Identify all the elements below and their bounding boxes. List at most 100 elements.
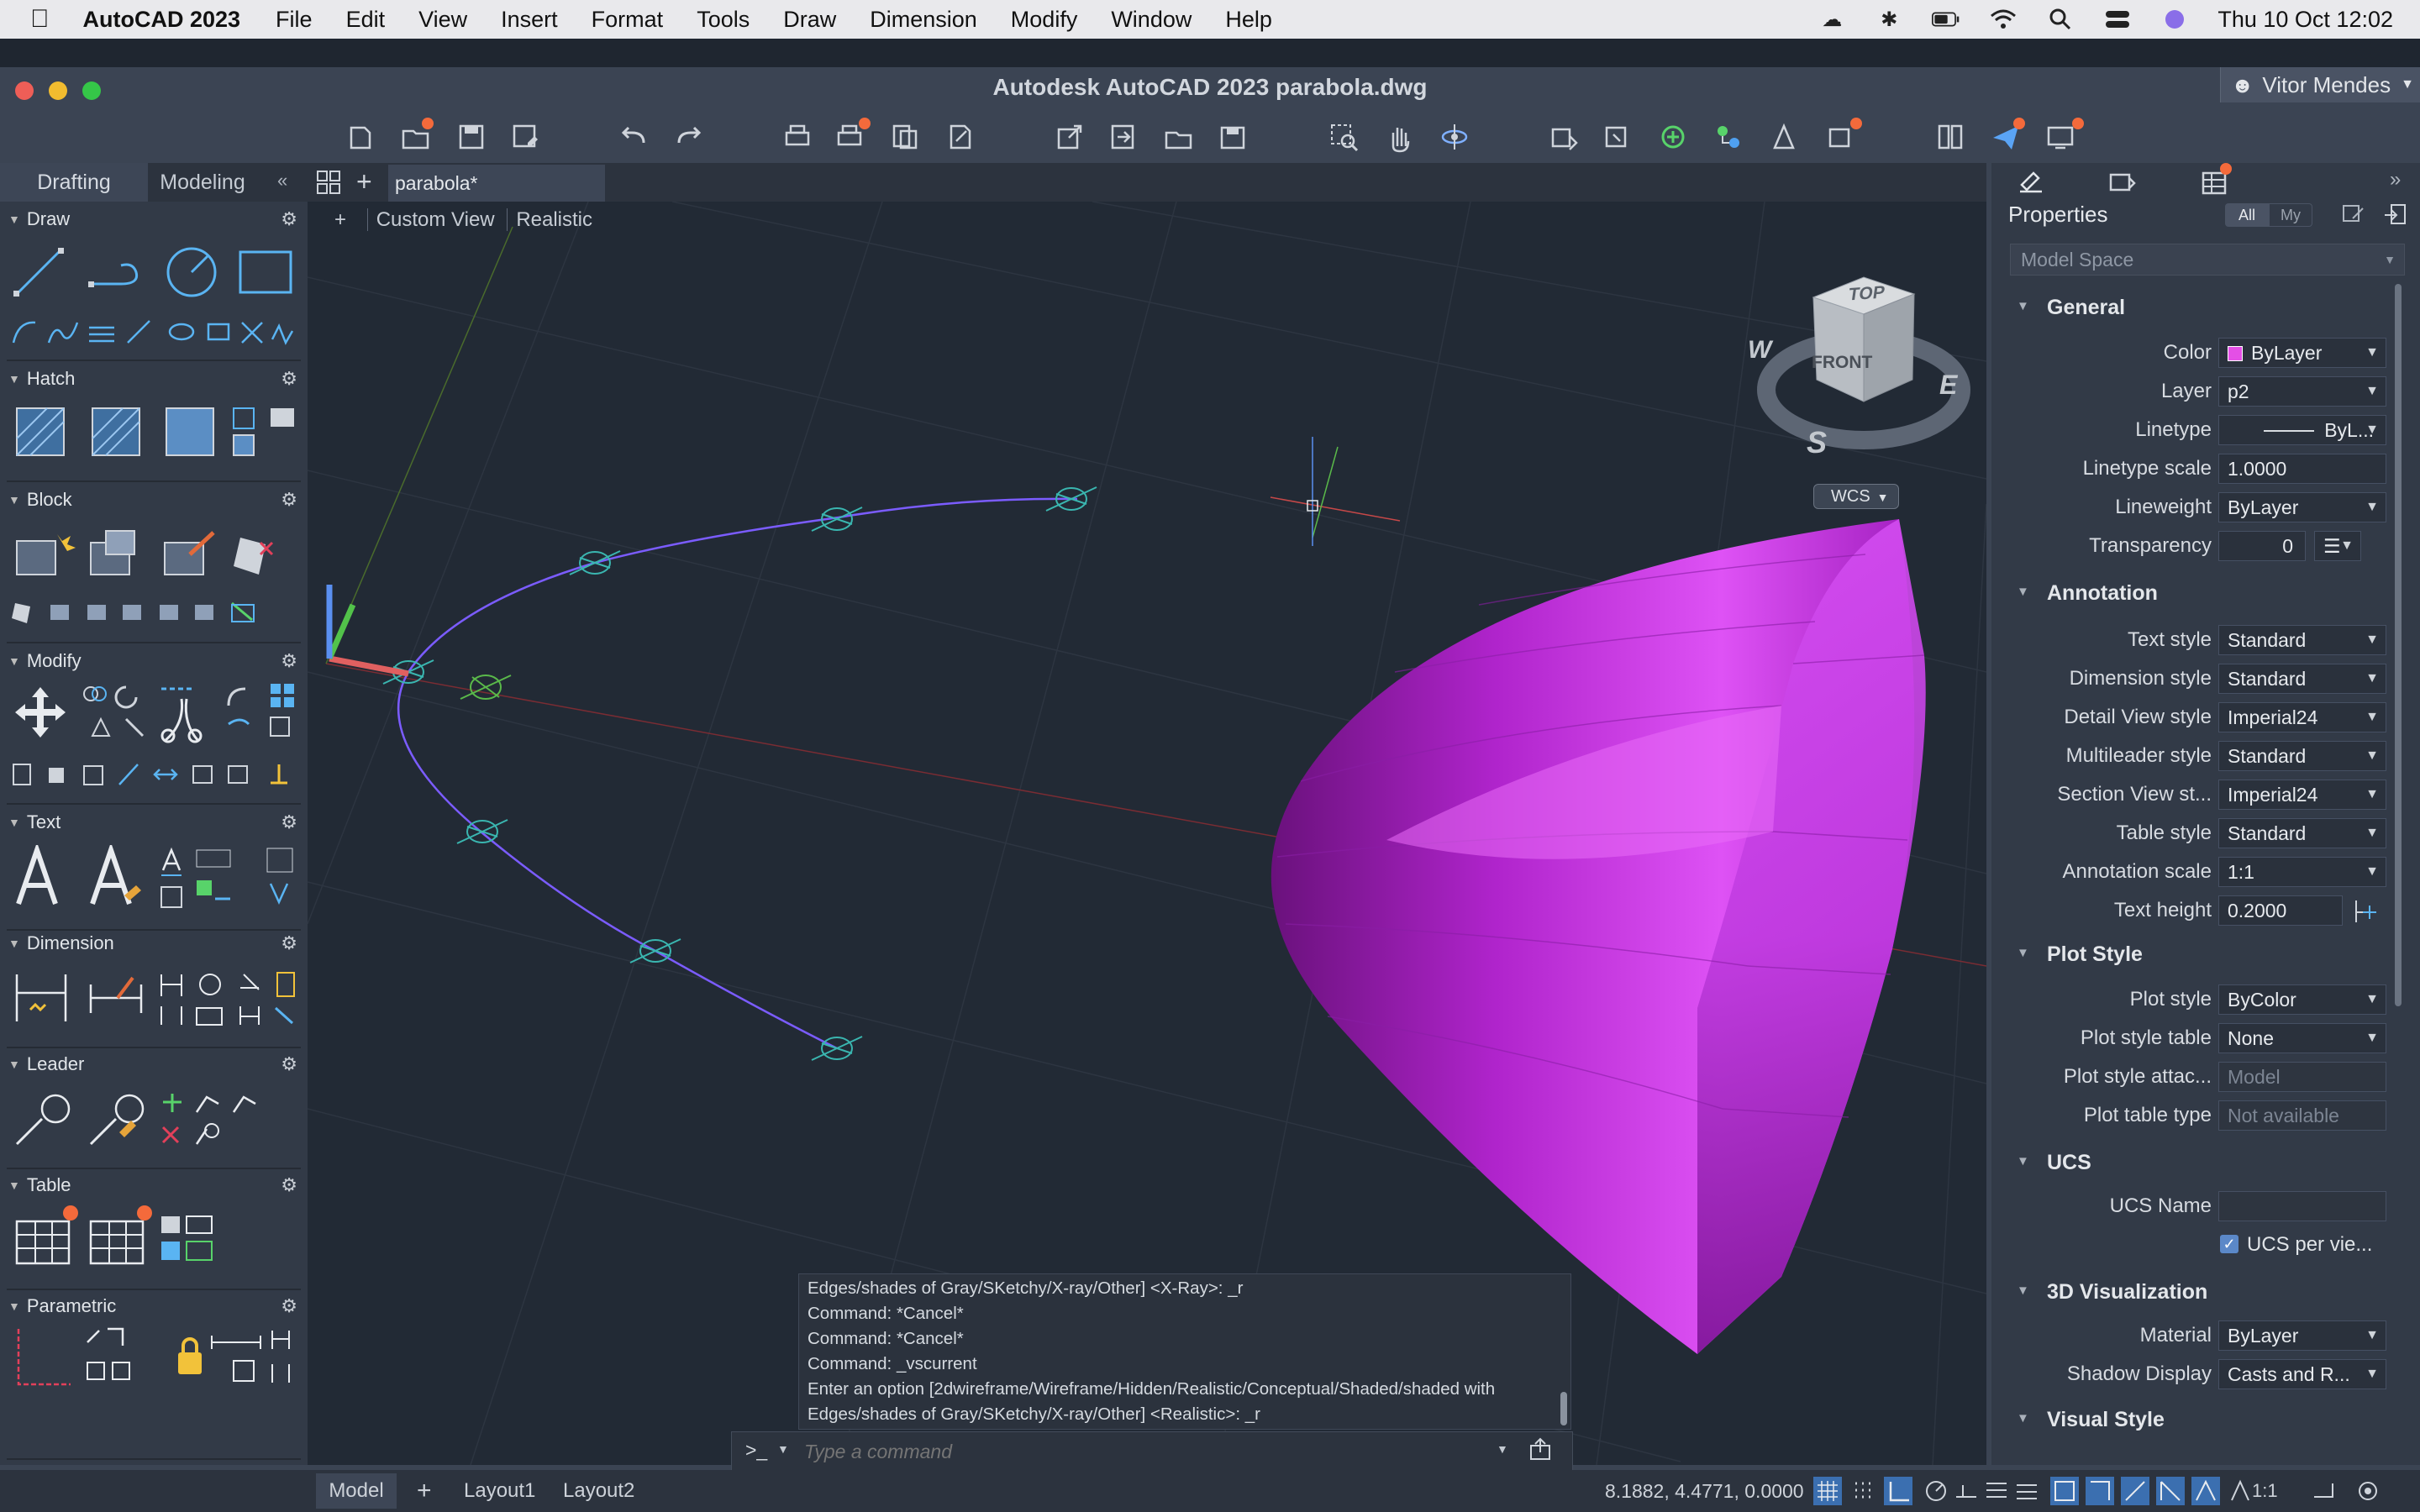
property-value[interactable]: ByL... ▼	[2218, 415, 2386, 445]
filter-all-button[interactable]: All	[2225, 203, 2269, 227]
menu-tools[interactable]: Tools	[697, 7, 750, 33]
layout1-tab[interactable]: Layout1	[464, 1473, 535, 1509]
property-value[interactable]: ByLayer ▼	[2218, 492, 2386, 522]
menu-format[interactable]: Format	[592, 7, 664, 33]
new-tab-button[interactable]: +	[356, 166, 372, 197]
tab-drafting[interactable]: Drafting	[0, 163, 148, 202]
group-3d-visualization[interactable]: ▼ 3D Visualization	[1991, 1275, 2412, 1309]
expand-triangle-icon[interactable]: ▼	[8, 816, 20, 829]
siri-icon[interactable]	[2160, 8, 2189, 30]
wcs-menu-button[interactable]: WCS ▼	[1813, 484, 1899, 509]
status-toggles[interactable]	[1813, 1477, 2402, 1505]
block-small-tools[interactable]	[12, 598, 297, 627]
ucs-name-field[interactable]	[2218, 1191, 2386, 1221]
chevron-down-icon[interactable]: ▼	[777, 1442, 789, 1456]
gear-icon[interactable]: ⚙	[281, 650, 297, 672]
property-value[interactable]: Imperial24 ▼	[2218, 780, 2386, 810]
filter-my-button[interactable]: My	[2269, 203, 2312, 227]
xref-attach-icon[interactable]	[1657, 121, 1689, 153]
menu-file[interactable]: File	[276, 7, 313, 33]
compass-south[interactable]: S	[1807, 425, 1827, 460]
gear-icon[interactable]: ⚙	[281, 1174, 297, 1196]
collapse-triangle-icon[interactable]: ▼	[2017, 1411, 2029, 1425]
property-value[interactable]: None ▼	[2218, 1023, 2386, 1053]
gear-icon[interactable]: ⚙	[281, 489, 297, 511]
block-tools[interactable]	[13, 526, 299, 585]
collapse-triangle-icon[interactable]: ▼	[2017, 585, 2029, 599]
share-icon[interactable]	[1054, 121, 1086, 153]
batch-plot-icon[interactable]	[835, 118, 871, 153]
line-tool-icon[interactable]	[12, 245, 66, 299]
viewcube-front-face[interactable]: FRONT	[1812, 353, 1872, 373]
circle-tool-icon[interactable]	[165, 245, 218, 299]
export-pdf-icon[interactable]	[944, 121, 976, 153]
send-icon[interactable]	[1990, 118, 2025, 153]
gear-icon[interactable]: ⚙	[281, 1053, 297, 1075]
bluetooth-icon[interactable]: ✱	[1875, 8, 1903, 31]
group-plot-style[interactable]: ▼ Plot Style	[1991, 937, 2412, 971]
apple-icon[interactable]: 	[30, 5, 50, 34]
property-value[interactable]: ByColor ▼	[2218, 984, 2386, 1015]
display-settings-icon[interactable]	[2045, 118, 2084, 153]
paraboloid-solid[interactable]	[1270, 519, 1926, 1354]
collapse-triangle-icon[interactable]: ▼	[2017, 1284, 2029, 1298]
save-as-icon[interactable]	[509, 121, 541, 153]
zoom-window-icon[interactable]	[1328, 121, 1360, 153]
viewcube-top-face[interactable]: TOP	[1847, 283, 1886, 306]
property-value[interactable]: ByLayer ▼	[2218, 1320, 2386, 1351]
pick-point-icon[interactable]	[2353, 899, 2378, 924]
tab-modeling[interactable]: Modeling	[148, 163, 257, 202]
command-input[interactable]	[802, 1436, 1478, 1467]
property-value[interactable]: 1:1 ▼	[2218, 857, 2386, 887]
plot-icon[interactable]	[781, 121, 813, 153]
property-value[interactable]: Standard ▼	[2218, 625, 2386, 655]
gear-icon[interactable]: ⚙	[281, 811, 297, 833]
expand-triangle-icon[interactable]: ▼	[8, 937, 20, 950]
modify-tools[interactable]	[81, 682, 299, 744]
group-annotation[interactable]: ▼ Annotation	[1991, 576, 2412, 610]
properties-tab-icon[interactable]	[2017, 168, 2045, 197]
recent-commands-chevron-icon[interactable]: ▼	[1497, 1442, 1508, 1456]
property-value[interactable]: p2 ▼	[2218, 376, 2386, 407]
share-view-icon[interactable]	[1107, 121, 1139, 153]
dimension-tools[interactable]	[13, 968, 299, 1028]
leader-tools[interactable]	[13, 1089, 299, 1149]
group-ucs[interactable]: ▼ UCS	[1991, 1146, 2412, 1179]
menu-insert[interactable]: Insert	[501, 7, 558, 33]
parabola-curve[interactable]	[397, 497, 1078, 1050]
visual-style-control[interactable]: Realistic	[507, 208, 593, 231]
gear-icon[interactable]: ⚙	[281, 208, 297, 230]
text-tools[interactable]	[13, 842, 299, 912]
wifi-icon[interactable]	[1989, 8, 2018, 30]
coordinates-readout[interactable]: 8.1882, 4.4771, 0.0000	[1605, 1473, 1804, 1509]
menu-help[interactable]: Help	[1225, 7, 1272, 33]
cloud-open-icon[interactable]	[1163, 121, 1195, 153]
save-icon[interactable]	[455, 121, 487, 153]
gear-icon[interactable]: ⚙	[281, 368, 297, 390]
property-value[interactable]: Standard ▼	[2218, 741, 2386, 771]
selection-scope-dropdown[interactable]: Model Space ▼	[2010, 244, 2405, 276]
rectangle-tool-icon[interactable]	[237, 249, 294, 296]
cloud-sync-icon[interactable]: ☁	[1818, 8, 1846, 31]
draw-small-tools[interactable]	[10, 318, 296, 346]
gear-icon[interactable]: ⚙	[281, 932, 297, 954]
parametric-tools[interactable]	[13, 1324, 299, 1391]
quick-select-icon[interactable]	[2383, 202, 2408, 227]
group-general[interactable]: ▼ General	[1991, 291, 2412, 324]
menu-edit[interactable]: Edit	[346, 7, 386, 33]
menu-modify[interactable]: Modify	[1011, 7, 1078, 33]
app-menu[interactable]: AutoCAD 2023	[83, 7, 241, 33]
ucs-per-view-checkbox[interactable]: ✓	[2220, 1235, 2238, 1253]
collapse-triangle-icon[interactable]: ▼	[2017, 946, 2029, 960]
property-value[interactable]: ByLayer ▼	[2218, 338, 2386, 368]
transparency-menu-button[interactable]: ☰ ▼	[2314, 531, 2361, 561]
layer-properties-icon[interactable]	[1548, 121, 1580, 153]
property-value[interactable]: 0	[2218, 531, 2306, 561]
undo-icon[interactable]	[618, 121, 650, 153]
property-value[interactable]: Casts and R... ▼	[2218, 1359, 2386, 1389]
move-tool-icon[interactable]	[13, 685, 67, 739]
expand-triangle-icon[interactable]: ▼	[8, 1299, 20, 1313]
orbit-icon[interactable]	[1439, 121, 1470, 153]
viewport-menu-button[interactable]: +	[334, 208, 346, 231]
expand-panel-icon[interactable]: »	[2390, 168, 2401, 192]
